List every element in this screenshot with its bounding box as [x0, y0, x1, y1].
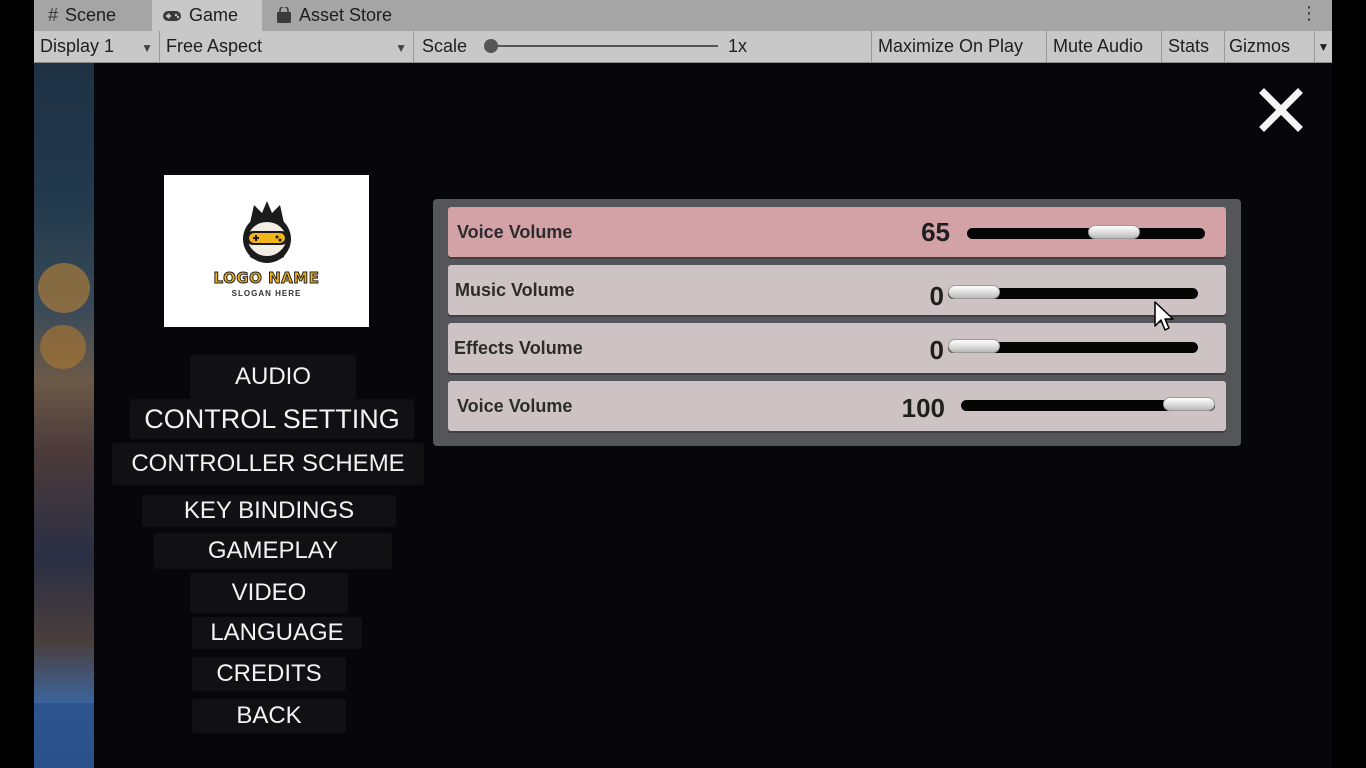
background-decoration	[34, 703, 94, 768]
tab-scene[interactable]: # Scene	[48, 0, 152, 31]
voice-volume-row: Voice Volume 65	[448, 207, 1226, 257]
hash-icon: #	[48, 5, 59, 25]
scale-control: Scale 1x	[414, 31, 872, 62]
music-volume-slider[interactable]	[948, 285, 1198, 299]
scale-label: Scale	[422, 36, 468, 56]
setting-value: 65	[921, 216, 950, 247]
gizmos-label: Gizmos	[1229, 36, 1291, 56]
setting-label: Effects Volume	[454, 337, 583, 358]
setting-label: Music Volume	[455, 279, 575, 300]
display-dropdown[interactable]: Display 1 ▼	[34, 31, 160, 62]
game-view-toolbar: Display 1 ▼ Free Aspect ▼ Scale 1x Maxim…	[34, 31, 1332, 63]
menu-video[interactable]: VIDEO	[190, 573, 348, 613]
shopping-bag-icon	[276, 7, 292, 24]
maximize-on-play-label: Maximize On Play	[878, 36, 1024, 56]
tab-game-label: Game	[189, 5, 239, 25]
caret-down-icon: ▼	[1317, 39, 1330, 54]
editor-tab-bar: # Scene Game Asset Store ⋮	[34, 0, 1332, 31]
scale-slider-track[interactable]	[486, 45, 718, 47]
caret-down-icon: ▼	[395, 41, 407, 55]
display-value: Display 1	[40, 36, 115, 56]
more-options-icon[interactable]: ⋮	[1300, 3, 1318, 24]
gizmos-toggle[interactable]: Gizmos	[1225, 31, 1315, 62]
logo-name: LOGO NAME	[213, 269, 320, 288]
menu-audio[interactable]: AUDIO	[190, 355, 356, 399]
stats-label: Stats	[1168, 36, 1210, 56]
menu-language[interactable]: LANGUAGE	[192, 617, 362, 649]
voice-volume-row: Voice Volume 100	[448, 381, 1226, 431]
menu-control-setting[interactable]: CONTROL SETTING	[130, 399, 414, 439]
effects-volume-slider[interactable]	[948, 339, 1198, 353]
voice-volume-slider[interactable]	[967, 225, 1205, 239]
voice-volume-slider[interactable]	[961, 397, 1215, 411]
setting-value: 0	[929, 280, 944, 311]
logo-slogan: SLOGAN HERE	[231, 289, 302, 298]
game-logo: LOGO NAME SLOGAN HERE	[164, 175, 369, 327]
effects-volume-row: Effects Volume 0	[448, 323, 1226, 373]
setting-value: 100	[901, 392, 945, 423]
caret-down-icon: ▼	[141, 41, 153, 55]
slider-handle[interactable]	[1163, 397, 1215, 411]
ninja-mascot-icon	[243, 201, 291, 263]
background-decoration	[38, 263, 90, 313]
maximize-on-play-toggle[interactable]: Maximize On Play	[872, 31, 1047, 62]
background-scene-image	[34, 63, 94, 768]
setting-label: Voice Volume	[457, 221, 573, 242]
menu-credits[interactable]: CREDITS	[192, 657, 346, 691]
menu-back[interactable]: BACK	[192, 699, 346, 733]
audio-settings-panel: Voice Volume 65 Music Volume 0 Effects V…	[433, 199, 1241, 446]
stats-toggle[interactable]: Stats	[1162, 31, 1225, 62]
music-volume-row: Music Volume 0	[448, 265, 1226, 315]
slider-handle[interactable]	[948, 285, 1000, 299]
setting-label: Voice Volume	[457, 395, 573, 416]
mute-audio-label: Mute Audio	[1053, 36, 1144, 56]
menu-controller-scheme[interactable]: CONTROLLER SCHEME	[112, 443, 424, 485]
tab-asset-store-label: Asset Store	[299, 5, 393, 25]
aspect-value: Free Aspect	[166, 36, 263, 56]
scale-value: 1x	[728, 36, 748, 56]
slider-handle[interactable]	[1088, 225, 1140, 239]
background-decoration	[40, 325, 86, 369]
gamepad-icon	[162, 9, 182, 23]
tab-asset-store[interactable]: Asset Store	[276, 0, 436, 31]
menu-key-bindings[interactable]: KEY BINDINGS	[142, 495, 396, 527]
setting-value: 0	[929, 334, 944, 365]
mute-audio-toggle[interactable]: Mute Audio	[1047, 31, 1162, 62]
slider-handle[interactable]	[948, 339, 1000, 353]
aspect-dropdown[interactable]: Free Aspect ▼	[160, 31, 414, 62]
menu-gameplay[interactable]: GAMEPLAY	[154, 533, 392, 569]
tab-game[interactable]: Game	[152, 0, 262, 31]
close-icon[interactable]	[1258, 87, 1304, 133]
gizmos-dropdown-button[interactable]: ▼	[1315, 31, 1332, 62]
scale-slider-handle[interactable]	[484, 39, 498, 53]
game-viewport: LOGO NAME SLOGAN HERE AUDIO CONTROL SETT…	[34, 63, 1332, 768]
tab-scene-label: Scene	[65, 5, 117, 25]
